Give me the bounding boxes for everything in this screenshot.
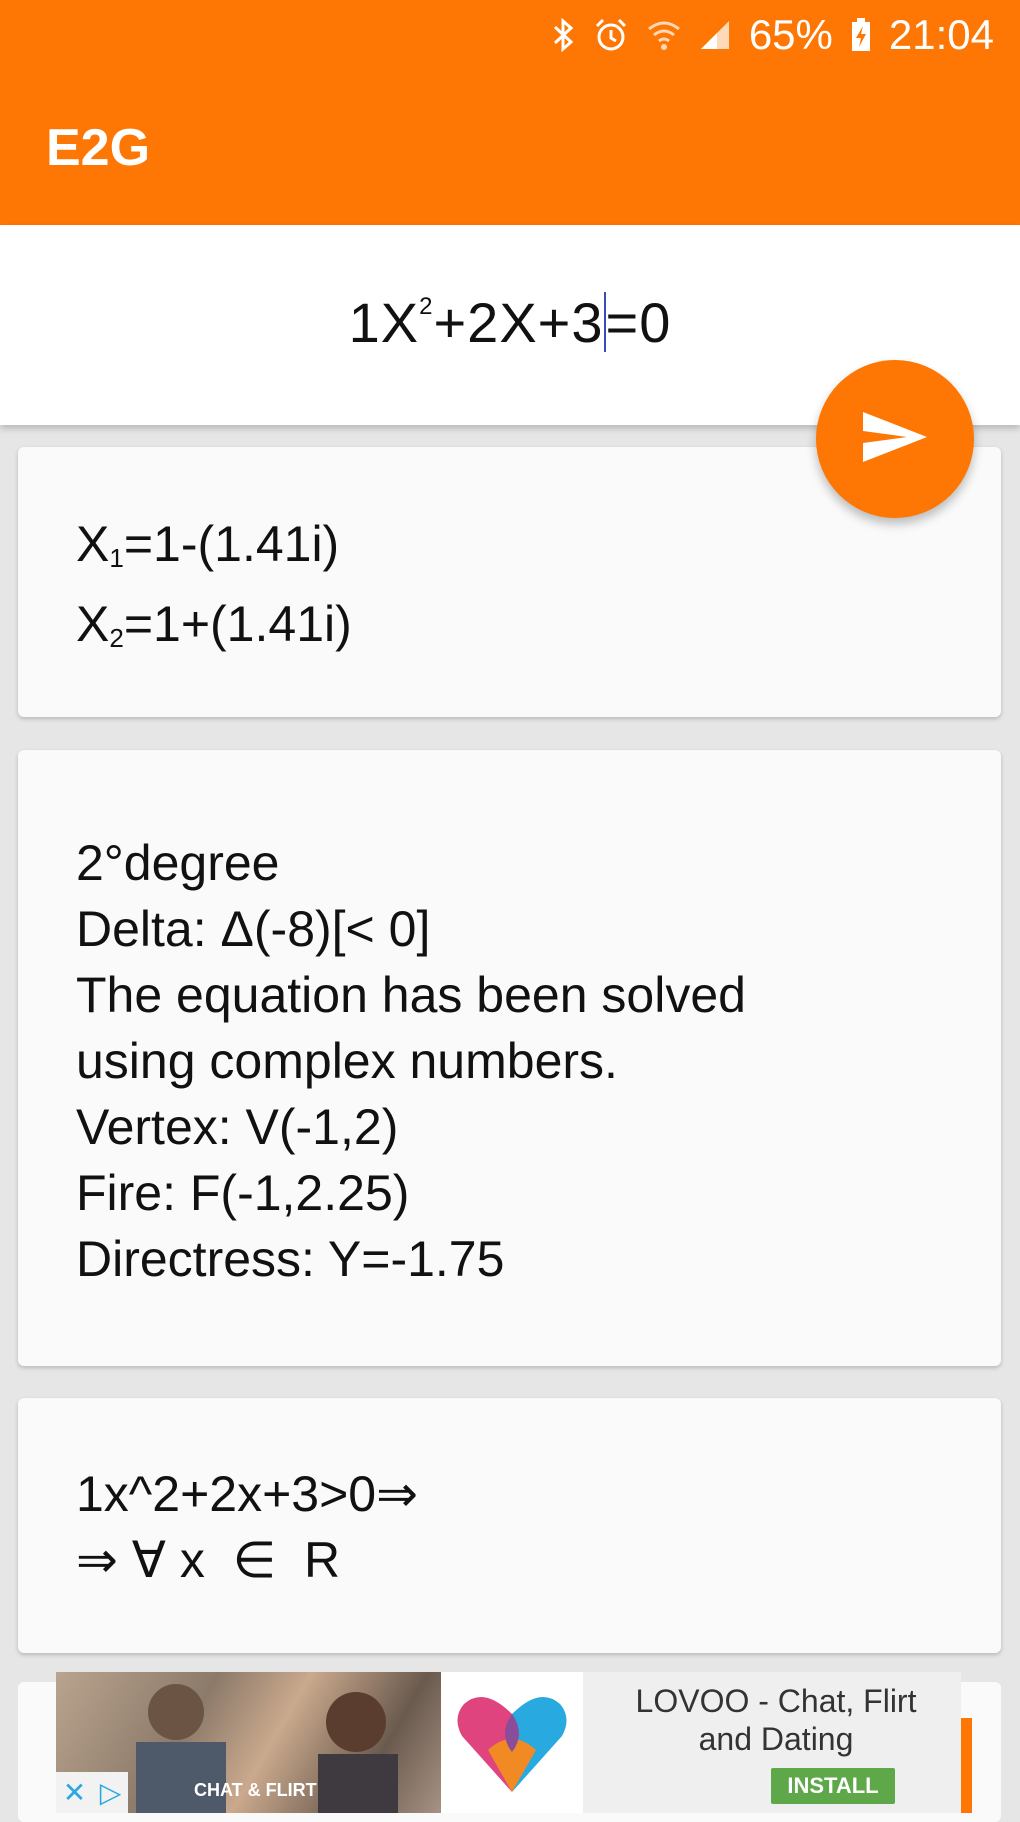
app-title: E2G	[46, 119, 151, 177]
status-bar: 65% 21:04	[553, 10, 994, 60]
root-x2: X2=1+(1.41i)	[76, 596, 352, 653]
focus-line: Fire: F(-1,2.25)	[76, 1165, 410, 1221]
equation-exponent: 2	[419, 293, 434, 320]
clock: 21:04	[888, 11, 994, 58]
battery-level: 65%	[748, 11, 833, 58]
lovoo-logo	[441, 1672, 583, 1813]
ad-install-button[interactable]: INSTALL	[771, 1768, 895, 1804]
degree-line: 2°degree	[76, 835, 280, 891]
ad-banner[interactable]: CHAT & FLIRT ✕ ▷ LOVOO - Chat, Flirt and…	[56, 1672, 961, 1813]
ad-photo-label: CHAT & FLIRT	[194, 1780, 317, 1800]
partial-card-accent	[960, 1718, 972, 1813]
send-button[interactable]	[816, 360, 974, 518]
solved-note-line1: The equation has been solved	[76, 967, 746, 1023]
ad-title-line1: LOVOO - Chat, Flirt	[635, 1683, 917, 1719]
equation-coef-a: 1X	[348, 291, 420, 354]
ad-text: LOVOO - Chat, Flirt and Dating	[616, 1682, 936, 1758]
signal-icon	[699, 19, 731, 51]
equation-after-cursor: =0	[605, 291, 672, 354]
send-icon	[861, 410, 929, 469]
inequality-line2: ⇒ ∀ x ∈ R	[76, 1532, 341, 1588]
bluetooth-icon	[553, 18, 575, 52]
delta-line: Delta: Δ(-8)[< 0]	[76, 901, 431, 957]
equation-before-cursor: +2X+3	[433, 291, 604, 354]
ad-choices[interactable]: ✕ ▷	[56, 1772, 128, 1813]
ad-title-line2: and Dating	[698, 1721, 854, 1757]
battery-charging-icon	[851, 18, 871, 52]
alarm-icon	[593, 17, 629, 53]
equation-input[interactable]: 1X2+2X+3=0	[0, 290, 1020, 355]
directrix-line: Directress: Y=-1.75	[76, 1231, 505, 1287]
app-bar: 65% 21:04 E2G	[0, 0, 1020, 225]
close-icon[interactable]: ✕	[63, 1776, 86, 1809]
root-x1: X1=1-(1.41i)	[76, 516, 340, 573]
inequality-line1: 1x^2+2x+3>0⇒	[76, 1466, 418, 1522]
adchoices-icon[interactable]: ▷	[100, 1776, 122, 1809]
solved-note-line2: using complex numbers.	[76, 1033, 618, 1089]
vertex-line: Vertex: V(-1,2)	[76, 1099, 399, 1155]
wifi-icon	[647, 19, 681, 51]
details-card: 2°degree Delta: Δ(-8)[< 0] The equation …	[18, 750, 1001, 1366]
inequality-card: 1x^2+2x+3>0⇒ ⇒ ∀ x ∈ R	[18, 1398, 1001, 1653]
